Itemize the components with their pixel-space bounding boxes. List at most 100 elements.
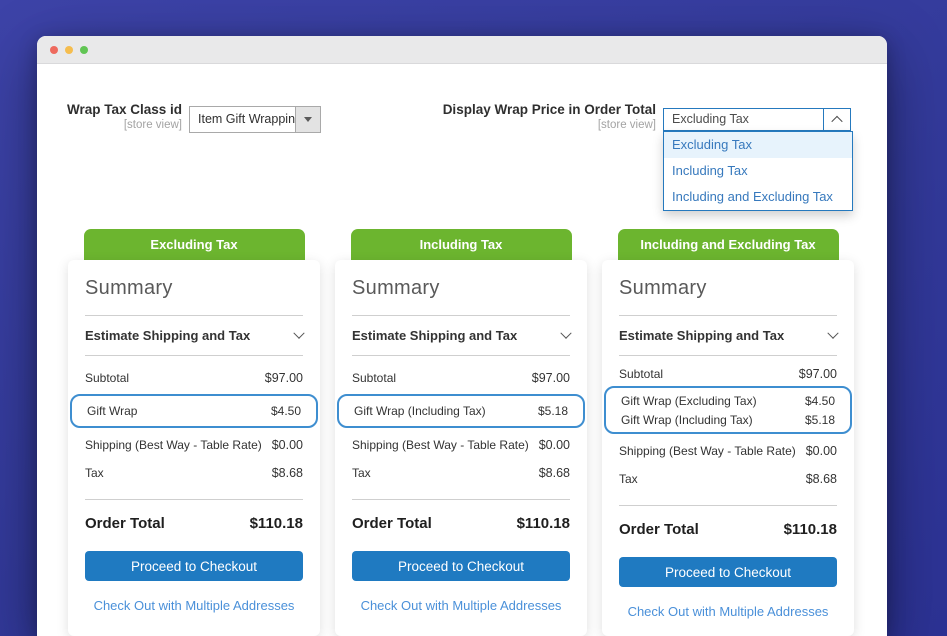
estimate-shipping-label: Estimate Shipping and Tax xyxy=(619,328,784,343)
subtotal-row: Subtotal $97.00 xyxy=(85,364,303,392)
summary-card: Summary Estimate Shipping and Tax Subtot… xyxy=(602,260,854,636)
tax-value: $8.68 xyxy=(806,472,837,486)
proceed-to-checkout-button[interactable]: Proceed to Checkout xyxy=(352,551,570,581)
shipping-label: Shipping (Best Way - Table Rate) xyxy=(85,438,262,452)
tax-row: Tax $8.68 xyxy=(619,466,837,492)
subtotal-label: Subtotal xyxy=(619,367,663,381)
chevron-down-icon xyxy=(560,327,571,338)
gift-wrap-value: $4.50 xyxy=(271,404,301,418)
gift-wrap-incl-label: Gift Wrap (Including Tax) xyxy=(621,413,753,427)
totals-rows: Subtotal $97.00 Gift Wrap (Excluding Tax… xyxy=(602,356,854,619)
close-window-button[interactable] xyxy=(50,46,58,54)
dropdown-option-including-and-excluding-tax[interactable]: Including and Excluding Tax xyxy=(664,184,852,210)
card-tab-including-and-excluding-tax: Including and Excluding Tax xyxy=(618,229,839,261)
summary-title: Summary xyxy=(85,277,303,300)
display-wrap-price-label: Display Wrap Price in Order Total xyxy=(402,102,656,118)
summary-title: Summary xyxy=(352,277,570,300)
zoom-window-button[interactable] xyxy=(80,46,88,54)
spacer xyxy=(602,492,854,505)
wrap-tax-class-label: Wrap Tax Class id xyxy=(47,102,182,118)
window-titlebar xyxy=(37,36,887,64)
chevron-down-icon xyxy=(827,327,838,338)
shipping-label: Shipping (Best Way - Table Rate) xyxy=(352,438,529,452)
card-including-tax: Including Tax Summary Estimate Shipping … xyxy=(335,229,587,636)
caret-down-icon xyxy=(304,117,312,122)
tax-label: Tax xyxy=(352,466,371,480)
select-arrow-button[interactable] xyxy=(295,107,320,132)
subtotal-label: Subtotal xyxy=(352,371,396,385)
display-wrap-price-scope: [store view] xyxy=(402,118,656,132)
wrap-tax-class-scope: [store view] xyxy=(47,118,182,132)
summary-card: Summary Estimate Shipping and Tax Subtot… xyxy=(335,260,587,636)
shipping-label: Shipping (Best Way - Table Rate) xyxy=(619,444,796,458)
gift-wrap-highlight-box: Gift Wrap $4.50 xyxy=(70,394,318,428)
tax-value: $8.68 xyxy=(539,466,570,480)
dropdown-option-including-tax[interactable]: Including Tax xyxy=(664,158,852,184)
browser-window: Wrap Tax Class id [store view] Item Gift… xyxy=(37,36,887,636)
chevron-up-icon xyxy=(831,115,842,126)
estimate-shipping-label: Estimate Shipping and Tax xyxy=(85,328,250,343)
wrap-tax-class-select[interactable]: Item Gift Wrapping xyxy=(189,106,321,133)
display-wrap-price-dropdown: Excluding Tax Including Tax Including an… xyxy=(663,131,853,211)
multiple-addresses-link[interactable]: Check Out with Multiple Addresses xyxy=(335,598,587,613)
gift-wrap-highlight-box: Gift Wrap (Excluding Tax) $4.50 Gift Wra… xyxy=(604,386,852,434)
tax-row: Tax $8.68 xyxy=(352,460,570,486)
tax-value: $8.68 xyxy=(272,466,303,480)
card-tab-excluding-tax: Excluding Tax xyxy=(84,229,305,261)
order-total-row: Order Total $110.18 xyxy=(352,500,570,546)
dropdown-option-excluding-tax[interactable]: Excluding Tax xyxy=(664,132,852,158)
subtotal-value: $97.00 xyxy=(799,367,837,381)
estimate-shipping-toggle[interactable]: Estimate Shipping and Tax xyxy=(619,316,837,355)
gift-wrap-excl-row: Gift Wrap (Excluding Tax) $4.50 xyxy=(621,391,835,410)
estimate-shipping-toggle[interactable]: Estimate Shipping and Tax xyxy=(352,316,570,355)
order-total-value: $110.18 xyxy=(250,515,303,532)
shipping-row: Shipping (Best Way - Table Rate) $0.00 xyxy=(619,436,837,466)
wrap-tax-class-value: Item Gift Wrapping xyxy=(190,107,295,132)
gift-wrap-row: Gift Wrap $4.50 xyxy=(87,398,301,424)
wrap-tax-class-field-label: Wrap Tax Class id [store view] xyxy=(47,102,182,132)
chevron-down-icon xyxy=(293,327,304,338)
card-tab-including-tax: Including Tax xyxy=(351,229,572,261)
tax-label: Tax xyxy=(619,472,638,486)
shipping-value: $0.00 xyxy=(539,438,570,452)
order-total-row: Order Total $110.18 xyxy=(85,500,303,546)
display-wrap-price-select[interactable]: Excluding Tax xyxy=(663,108,851,131)
minimize-window-button[interactable] xyxy=(65,46,73,54)
proceed-to-checkout-button[interactable]: Proceed to Checkout xyxy=(85,551,303,581)
shipping-row: Shipping (Best Way - Table Rate) $0.00 xyxy=(85,430,303,460)
gift-wrap-row: Gift Wrap (Including Tax) $5.18 xyxy=(354,398,568,424)
spacer xyxy=(68,486,320,499)
order-total-label: Order Total xyxy=(352,515,432,532)
card-including-and-excluding-tax: Including and Excluding Tax Summary Esti… xyxy=(602,229,854,636)
gift-wrap-highlight-box: Gift Wrap (Including Tax) $5.18 xyxy=(337,394,585,428)
gift-wrap-incl-row: Gift Wrap (Including Tax) $5.18 xyxy=(621,410,835,429)
spacer xyxy=(335,486,587,499)
tax-row: Tax $8.68 xyxy=(85,460,303,486)
order-total-value: $110.18 xyxy=(517,515,570,532)
summary-cards: Excluding Tax Summary Estimate Shipping … xyxy=(68,229,854,636)
display-wrap-price-value: Excluding Tax xyxy=(664,109,823,130)
estimate-shipping-label: Estimate Shipping and Tax xyxy=(352,328,517,343)
gift-wrap-value: $5.18 xyxy=(538,404,568,418)
summary-title: Summary xyxy=(619,277,837,300)
totals-rows: Subtotal $97.00 Gift Wrap (Including Tax… xyxy=(335,356,587,613)
order-total-label: Order Total xyxy=(619,521,699,538)
multiple-addresses-link[interactable]: Check Out with Multiple Addresses xyxy=(68,598,320,613)
gift-wrap-incl-value: $5.18 xyxy=(805,413,835,427)
card-excluding-tax: Excluding Tax Summary Estimate Shipping … xyxy=(68,229,320,636)
estimate-shipping-toggle[interactable]: Estimate Shipping and Tax xyxy=(85,316,303,355)
select-collapse-button[interactable] xyxy=(823,109,850,130)
display-wrap-price-field-label: Display Wrap Price in Order Total [store… xyxy=(402,102,656,132)
shipping-value: $0.00 xyxy=(806,444,837,458)
order-total-row: Order Total $110.18 xyxy=(619,506,837,552)
summary-card: Summary Estimate Shipping and Tax Subtot… xyxy=(68,260,320,636)
tax-label: Tax xyxy=(85,466,104,480)
totals-rows: Subtotal $97.00 Gift Wrap $4.50 Shipping… xyxy=(68,356,320,613)
subtotal-value: $97.00 xyxy=(265,371,303,385)
proceed-to-checkout-button[interactable]: Proceed to Checkout xyxy=(619,557,837,587)
gift-wrap-label: Gift Wrap (Including Tax) xyxy=(354,404,486,418)
multiple-addresses-link[interactable]: Check Out with Multiple Addresses xyxy=(602,604,854,619)
subtotal-label: Subtotal xyxy=(85,371,129,385)
subtotal-row: Subtotal $97.00 xyxy=(352,364,570,392)
gift-wrap-label: Gift Wrap xyxy=(87,404,137,418)
